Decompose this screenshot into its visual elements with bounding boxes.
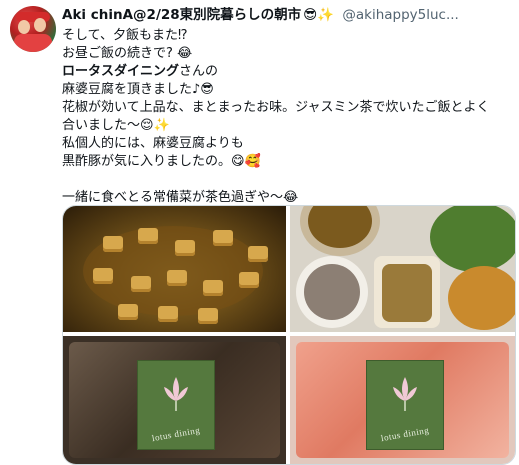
salad — [430, 206, 515, 272]
rice — [304, 264, 360, 320]
tofu-piece — [175, 240, 195, 256]
label-text: lotus dining — [380, 424, 430, 444]
tweet-line: 麻婆豆腐を頂きました♪😎 — [62, 82, 214, 97]
tofu-piece — [203, 280, 223, 296]
tweet-line: ロータスダイニングさんの — [62, 63, 512, 81]
photo-mapo-tofu[interactable] — [63, 206, 286, 332]
photo-frozen-pack-mapo[interactable]: lotus dining — [63, 336, 286, 464]
author-handle[interactable]: @akihappy5luc... — [342, 7, 459, 23]
tofu-piece — [131, 276, 151, 292]
tweet-header: Aki chinA@2/28東別院暮らしの朝市 😎✨ @akihappy5luc.… — [62, 5, 509, 25]
potato-dish — [448, 266, 515, 330]
tofu-piece — [118, 304, 138, 320]
label-text: lotus dining — [151, 424, 201, 444]
tweet-line-suffix: さんの — [179, 64, 219, 79]
tweet-media-grid: lotus dining lotus dining — [62, 205, 516, 465]
avatar[interactable] — [10, 6, 56, 52]
tofu-piece — [158, 306, 178, 322]
tweet-line: 合いました〜😌✨ — [62, 118, 170, 133]
tweet-text: そして、夕飯もまた⁉ お昼ご飯の続きで? 😂 ロータスダイニングさんの 麻婆豆腐… — [62, 27, 512, 207]
tofu-piece — [213, 230, 233, 246]
tofu-piece — [138, 228, 158, 244]
tweet-line: 黒酢豚が気に入りましたの。😋🥰 — [62, 154, 261, 169]
author-name[interactable]: Aki chinA@2/28東別院暮らしの朝市 — [62, 7, 301, 23]
photo-dinner-spread[interactable] — [290, 206, 515, 332]
tofu-piece — [198, 308, 218, 324]
author-emoji: 😎✨ — [303, 7, 335, 23]
tofu-piece — [167, 270, 187, 286]
photo-frozen-pack-pork[interactable]: lotus dining — [290, 336, 515, 464]
tweet-line: そして、夕飯もまた⁉ — [62, 28, 188, 43]
tweet-line: お昼ご飯の続きで? 😂 — [62, 46, 193, 61]
tofu-piece — [93, 268, 113, 284]
restaurant-name[interactable]: ロータスダイニング — [62, 64, 179, 79]
avatar-face — [18, 20, 30, 34]
lotus-label: lotus dining — [137, 360, 215, 450]
avatar-face — [34, 18, 46, 32]
lotus-label: lotus dining — [366, 360, 444, 450]
tweet-line: 私個人的には、麻婆豆腐よりも — [62, 136, 244, 151]
lotus-icon — [164, 377, 188, 411]
lotus-icon — [393, 377, 417, 411]
tofu-piece — [248, 246, 268, 262]
side-dish — [382, 264, 432, 322]
tofu-piece — [239, 272, 259, 288]
avatar-body — [14, 34, 52, 52]
tofu-piece — [103, 236, 123, 252]
tweet-line: 花椒が効いて上品な、まとまったお味。ジャスミン茶で炊いたご飯とよく — [62, 100, 490, 115]
